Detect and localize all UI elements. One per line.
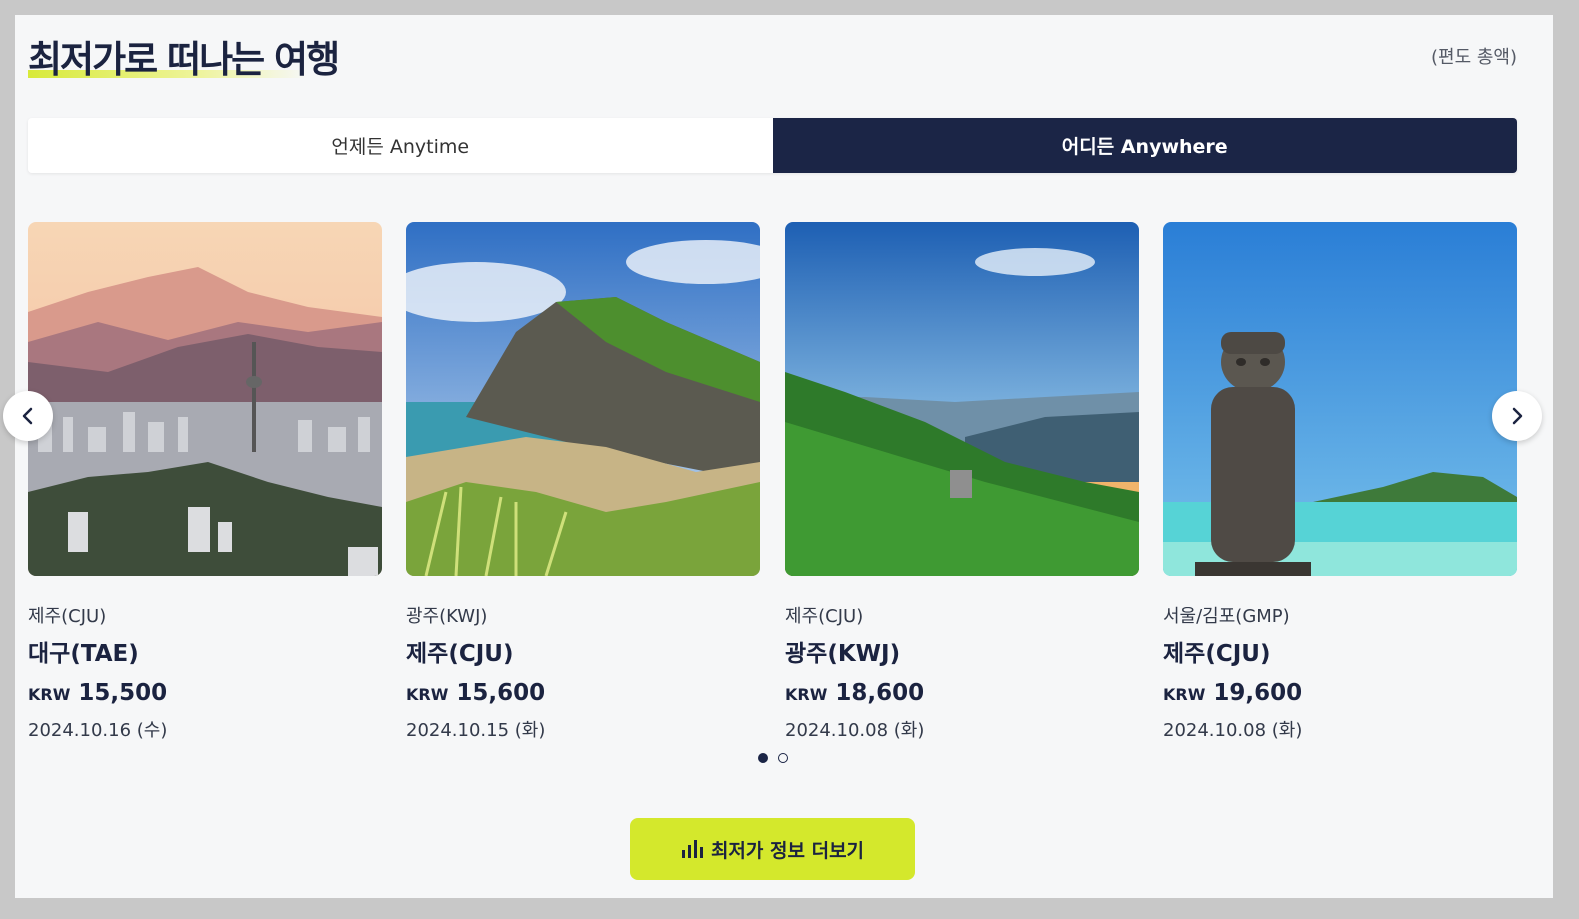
carousel-pagination (758, 753, 788, 763)
pagination-dot-1[interactable] (758, 753, 768, 763)
more-lowest-fares-button[interactable]: 최저가 정보 더보기 (630, 818, 915, 880)
destination-airport: 광주(KWJ) (785, 641, 901, 667)
origin-airport: 서울/김포(GMP) (1163, 606, 1290, 627)
green-mountain-photo[interactable] (785, 222, 1139, 576)
price-amount: 15,500 (78, 680, 168, 706)
fare-card[interactable]: 광주(KWJ) 제주(CJU) KRW 15,600 2024.10.15 (화… (406, 222, 760, 742)
page-title: 최저가로 떠나는 여행 (28, 38, 340, 81)
currency-label: KRW (785, 685, 828, 704)
chevron-right-icon (1512, 407, 1523, 425)
fare-card[interactable]: 서울/김포(GMP) 제주(CJU) KRW 19,600 2024.10.08… (1163, 222, 1517, 742)
coastal-cliff-photo[interactable] (406, 222, 760, 576)
currency-label: KRW (28, 685, 71, 704)
origin-airport: 제주(CJU) (28, 606, 107, 627)
prev-slide-button[interactable] (3, 391, 53, 441)
fare-price: KRW 19,600 (1163, 680, 1517, 706)
more-button-label: 최저가 정보 더보기 (710, 839, 865, 862)
fare-card[interactable]: 제주(CJU) 대구(TAE) KRW 15,500 2024.10.16 (수… (28, 222, 382, 742)
fare-price: KRW 15,600 (406, 680, 760, 706)
flight-date: 2024.10.15 (화) (406, 720, 546, 741)
origin-airport: 제주(CJU) (785, 606, 864, 627)
tab-bar: 언제든 Anytime 어디든 Anywhere (28, 118, 1517, 173)
tab-anytime[interactable]: 언제든 Anytime (28, 118, 773, 173)
flight-date: 2024.10.08 (화) (1163, 720, 1303, 741)
destination-airport: 제주(CJU) (406, 641, 514, 667)
destination-airport: 제주(CJU) (1163, 641, 1271, 667)
destination-airport: 대구(TAE) (28, 641, 139, 667)
next-slide-button[interactable] (1492, 391, 1542, 441)
currency-label: KRW (406, 685, 449, 704)
flight-date: 2024.10.08 (화) (785, 720, 925, 741)
price-amount: 19,600 (1213, 680, 1303, 706)
destination-carousel: 제주(CJU) 대구(TAE) KRW 15,500 2024.10.16 (수… (28, 222, 1517, 742)
fare-price: KRW 15,500 (28, 680, 382, 706)
flight-date: 2024.10.16 (수) (28, 720, 168, 741)
chevron-left-icon (22, 407, 33, 425)
title-wrap: 최저가로 떠나는 여행 (28, 29, 340, 83)
price-amount: 15,600 (456, 680, 546, 706)
city-mountain-photo[interactable] (28, 222, 382, 576)
price-amount: 18,600 (835, 680, 925, 706)
currency-label: KRW (1163, 685, 1206, 704)
origin-airport: 광주(KWJ) (406, 606, 488, 627)
one-way-total-note: (편도 총액) (1430, 47, 1517, 68)
fare-price: KRW 18,600 (785, 680, 1139, 706)
bar-chart-icon (681, 840, 703, 858)
fare-card[interactable]: 제주(CJU) 광주(KWJ) KRW 18,600 2024.10.08 (화… (785, 222, 1139, 742)
lowest-fare-panel: 최저가로 떠나는 여행 (편도 총액) 언제든 Anytime 어디든 Anyw… (3, 15, 1553, 898)
pagination-dot-2[interactable] (778, 753, 788, 763)
stone-statue-beach-photo[interactable] (1163, 222, 1517, 576)
tab-anywhere[interactable]: 어디든 Anywhere (772, 118, 1517, 173)
